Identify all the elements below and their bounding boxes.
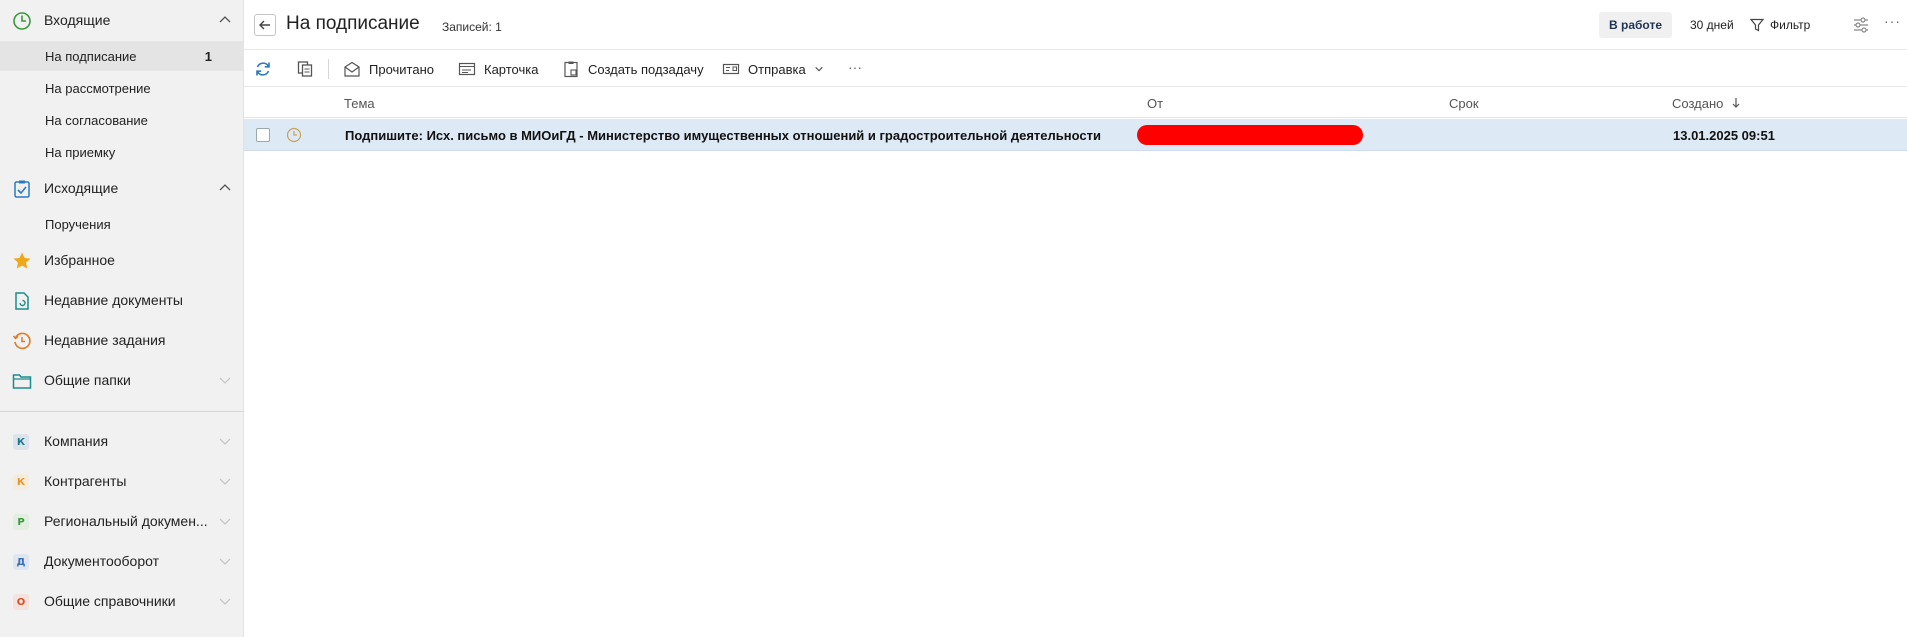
sidebar-item-label: Документооборот	[44, 553, 160, 569]
redacted-sender	[1137, 125, 1363, 145]
sidebar-item-count: 1	[204, 48, 212, 64]
sidebar-item-favorites[interactable]: Избранное	[0, 244, 244, 276]
chevron-up-icon[interactable]	[218, 13, 232, 27]
clipboard-check-icon	[14, 180, 30, 198]
sidebar-item-label: На согласование	[45, 112, 148, 128]
sidebar-item-label: Региональный докумен...	[44, 513, 208, 529]
clock-icon	[286, 127, 302, 143]
card-icon	[458, 62, 476, 76]
chevron-down-icon[interactable]	[218, 474, 232, 488]
sidebar-item-assignments[interactable]: Поручения	[0, 209, 244, 239]
subtask-icon	[564, 61, 578, 78]
arrow-left-icon	[259, 20, 270, 30]
mark-read-label: Прочитано	[369, 61, 434, 77]
sidebar-item-label: Контрагенты	[44, 473, 127, 489]
sidebar-group-inbox[interactable]: Входящие	[0, 4, 244, 36]
back-button[interactable]	[254, 14, 276, 36]
header: На подписание Записей: 1 В работе 30 дне…	[244, 0, 1907, 50]
regional-docs-icon: Р	[13, 514, 29, 530]
filter-icon	[1750, 18, 1764, 32]
card-button[interactable]: Карточка	[458, 51, 538, 87]
sidebar-group-outbox-label: Исходящие	[44, 180, 119, 196]
sidebar: Входящие На подписание 1 На рассмотрение…	[0, 0, 244, 637]
sidebar-module-regional-docs[interactable]: Р Региональный докумен...	[0, 505, 244, 537]
sidebar-item-label: На приемку	[45, 144, 116, 160]
sort-desc-icon	[1732, 98, 1740, 108]
sidebar-divider	[0, 411, 244, 412]
row-created: 13.01.2025 09:51	[1673, 128, 1775, 143]
card-label: Карточка	[484, 61, 539, 77]
sidebar-item-to-approve[interactable]: На согласование	[0, 105, 244, 135]
settings-sliders-icon[interactable]	[1851, 15, 1871, 35]
table-row[interactable]: Подпишите: Исх. письмо в МИОиГД - Минист…	[244, 119, 1907, 151]
sidebar-item-label: Общие справочники	[44, 593, 176, 609]
sidebar-item-label: На подписание	[45, 48, 137, 64]
sidebar-item-recent-docs[interactable]: Недавние документы	[0, 284, 244, 316]
row-subject: Подпишите: Исх. письмо в МИОиГД - Минист…	[345, 128, 1101, 143]
history-icon	[12, 332, 31, 350]
chevron-down-icon	[814, 66, 823, 72]
send-label: Отправка	[748, 61, 806, 77]
workflow-icon: Д	[13, 554, 29, 570]
sidebar-item-label: Поручения	[45, 216, 111, 232]
folder-icon	[12, 374, 32, 389]
sidebar-group-outbox[interactable]: Исходящие	[0, 172, 244, 204]
page-title: На подписание	[286, 13, 420, 34]
clock-icon	[13, 12, 31, 30]
sidebar-item-to-accept[interactable]: На приемку	[0, 137, 244, 167]
sidebar-item-label: Недавние документы	[44, 292, 183, 308]
chevron-down-icon[interactable]	[218, 373, 232, 387]
in-work-button[interactable]: В работе	[1599, 12, 1672, 38]
sidebar-module-workflow[interactable]: Д Документооборот	[0, 545, 244, 577]
sidebar-item-label: Недавние задания	[44, 332, 166, 348]
days-button[interactable]: 30 дней	[1684, 12, 1740, 38]
send-icon	[722, 63, 740, 75]
refresh-icon[interactable]	[254, 60, 272, 78]
chevron-down-icon[interactable]	[218, 514, 232, 528]
sidebar-item-label: Компания	[44, 433, 109, 449]
company-icon: К	[13, 434, 29, 450]
table-header: Тема От Срок Создано	[244, 88, 1907, 118]
copy-icon[interactable]	[296, 60, 314, 78]
document-icon	[15, 292, 29, 310]
records-count: Записей: 1	[442, 20, 502, 34]
sidebar-item-recent-tasks[interactable]: Недавние задания	[0, 324, 244, 356]
sidebar-group-inbox-label: Входящие	[44, 12, 111, 28]
column-subject[interactable]: Тема	[344, 96, 375, 111]
sidebar-module-company[interactable]: К Компания	[0, 425, 244, 457]
column-from[interactable]: От	[1147, 96, 1163, 111]
counterparties-icon: К	[13, 474, 29, 490]
sidebar-item-label: Избранное	[44, 252, 115, 268]
sidebar-item-label: На рассмотрение	[45, 80, 151, 96]
sidebar-module-references[interactable]: О Общие справочники	[0, 585, 244, 617]
sidebar-item-shared-folders[interactable]: Общие папки	[0, 364, 244, 396]
star-icon	[13, 252, 31, 269]
column-created[interactable]: Создано	[1672, 96, 1741, 111]
create-subtask-button[interactable]: Создать подзадачу	[562, 51, 704, 87]
toolbar: Прочитано Карточка Создать подзадачу Отп…	[244, 51, 1907, 87]
filter-label: Фильтр	[1770, 18, 1811, 32]
sidebar-item-label: Общие папки	[44, 372, 131, 388]
send-dropdown-button[interactable]: Отправка	[722, 51, 824, 87]
sidebar-item-to-review[interactable]: На рассмотрение	[0, 73, 244, 103]
create-subtask-label: Создать подзадачу	[588, 61, 704, 77]
row-checkbox[interactable]	[256, 128, 270, 142]
chevron-down-icon[interactable]	[218, 554, 232, 568]
envelope-open-icon	[344, 61, 360, 77]
filter-button[interactable]: Фильтр	[1750, 12, 1810, 38]
sidebar-module-counterparties[interactable]: К Контрагенты	[0, 465, 244, 497]
column-deadline[interactable]: Срок	[1449, 96, 1479, 111]
sidebar-item-to-sign[interactable]: На подписание 1	[0, 41, 244, 71]
more-icon[interactable]: ···	[848, 59, 862, 75]
chevron-up-icon[interactable]	[218, 181, 232, 195]
chevron-down-icon[interactable]	[218, 434, 232, 448]
toolbar-separator	[328, 59, 329, 79]
references-icon: О	[13, 594, 29, 610]
chevron-down-icon[interactable]	[218, 594, 232, 608]
more-icon[interactable]: ···	[1884, 13, 1901, 29]
mark-read-button[interactable]: Прочитано	[343, 51, 434, 87]
column-created-label: Создано	[1672, 96, 1724, 111]
